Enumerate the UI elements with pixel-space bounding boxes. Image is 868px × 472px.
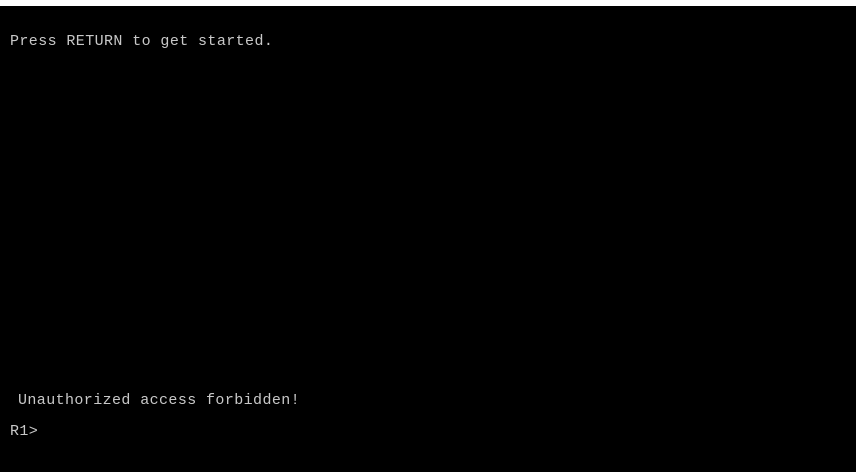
terminal-line: Unauthorized access forbidden!	[18, 392, 301, 409]
command-prompt[interactable]: R1>	[10, 421, 38, 441]
terminal-window: Press RETURN to get started. Unauthorize…	[0, 0, 868, 472]
terminal-screen[interactable]: Press RETURN to get started. Unauthorize…	[0, 6, 856, 472]
prompt-text: R1>	[10, 423, 39, 440]
terminal-line: Press RETURN to get started.	[10, 33, 274, 50]
